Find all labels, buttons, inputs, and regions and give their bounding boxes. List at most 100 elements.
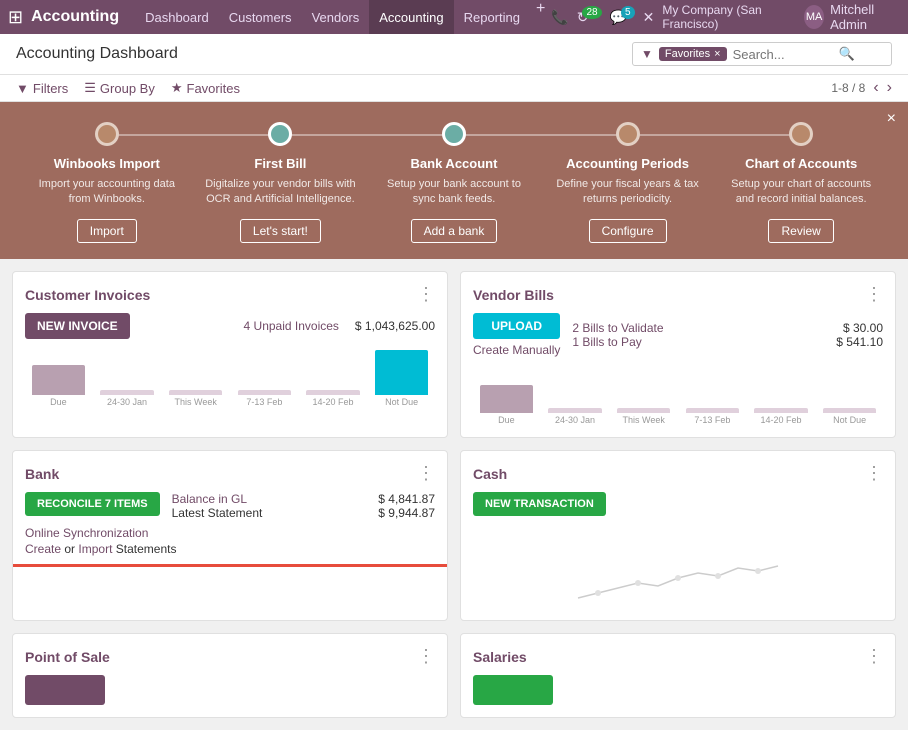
create-manually-link[interactable]: Create Manually <box>473 343 560 357</box>
step-btn-3[interactable]: Add a bank <box>411 219 498 243</box>
balance-statement-amount: $ 9,944.87 <box>378 506 435 520</box>
vendor-bills-stats: 2 Bills to Validate $ 30.00 1 Bills to P… <box>572 321 883 349</box>
vb-bar-week-bar <box>617 408 670 413</box>
vendor-bills-chart: Due 24-30 Jan This Week 7-13 Feb 14-20 F… <box>473 365 883 425</box>
new-invoice-button[interactable]: NEW INVOICE <box>25 313 130 339</box>
cash-chart <box>473 528 883 608</box>
import-statements-row: Create or Import Statements <box>25 542 435 556</box>
user-menu[interactable]: MA Mitchell Admin <box>804 2 900 32</box>
onboarding-close-button[interactable]: × <box>887 110 896 128</box>
step-desc-1: Import your accounting data from Winbook… <box>30 177 184 209</box>
vendor-bills-buttons: UPLOAD Create Manually <box>473 313 560 357</box>
nav-customers[interactable]: Customers <box>219 0 302 34</box>
bar-label-feb1: 7-13 Feb <box>246 397 282 407</box>
pay-label[interactable]: 1 Bills to Pay <box>572 335 641 349</box>
step-btn-2[interactable]: Let's start! <box>240 219 321 243</box>
step-accounting-periods: Accounting Periods Define your fiscal ye… <box>541 122 715 243</box>
bar-label-due: Due <box>50 397 67 407</box>
step-btn-5[interactable]: Review <box>768 219 833 243</box>
vendor-bills-menu[interactable]: ⋮ <box>865 284 883 305</box>
create-link[interactable]: Create <box>25 542 61 556</box>
bar-label-jan: 24-30 Jan <box>107 397 147 407</box>
bar-feb1 <box>238 390 291 395</box>
customer-invoices-stats: 4 Unpaid Invoices $ 1,043,625.00 <box>142 319 435 333</box>
nav-accounting[interactable]: Accounting <box>369 0 453 34</box>
vb-bar-notdue: Not Due <box>816 408 883 425</box>
vb-label-due: Due <box>498 415 515 425</box>
favorites-label: Favorites <box>187 81 240 96</box>
bank-actions: RECONCILE 7 ITEMS Balance in GL $ 4,841.… <box>25 492 435 520</box>
cash-menu[interactable]: ⋮ <box>865 463 883 484</box>
bar-notdue <box>375 350 428 395</box>
step-dot-2 <box>268 122 292 146</box>
top-nav: ⊞ Accounting Dashboard Customers Vendors… <box>0 0 908 34</box>
user-avatar: MA <box>804 5 824 29</box>
import-link[interactable]: Import <box>78 542 112 556</box>
prev-page-button[interactable]: ‹ <box>873 79 878 97</box>
salaries-menu[interactable]: ⋮ <box>865 646 883 667</box>
balance-statement-row: Latest Statement $ 9,944.87 <box>172 506 435 520</box>
reconcile-button[interactable]: RECONCILE 7 ITEMS <box>25 492 160 516</box>
nav-dashboard[interactable]: Dashboard <box>135 0 219 34</box>
step-desc-3: Setup your bank account to sync bank fee… <box>377 177 531 209</box>
cash-title: Cash <box>473 466 507 482</box>
unpaid-invoices-label[interactable]: 4 Unpaid Invoices <box>244 319 339 333</box>
step-dot-1 <box>95 122 119 146</box>
bank-menu[interactable]: ⋮ <box>417 463 435 484</box>
customer-invoices-card: Customer Invoices ⋮ NEW INVOICE 4 Unpaid… <box>12 271 448 438</box>
cash-card: Cash ⋮ NEW TRANSACTION <box>460 450 896 621</box>
groupby-button[interactable]: ☰ Group By <box>84 80 155 96</box>
unpaid-invoices-row: 4 Unpaid Invoices $ 1,043,625.00 <box>142 319 435 333</box>
pay-amount: $ 541.10 <box>836 335 883 349</box>
unpaid-invoices-amount: $ 1,043,625.00 <box>355 319 435 333</box>
search-input[interactable] <box>733 47 833 62</box>
nav-vendors[interactable]: Vendors <box>302 0 370 34</box>
nav-plus-icon[interactable]: + <box>530 0 551 34</box>
filters-button[interactable]: ▼ Filters <box>16 81 68 96</box>
search-icon[interactable]: 🔍 <box>839 46 855 62</box>
pos-menu[interactable]: ⋮ <box>417 646 435 667</box>
online-sync-link[interactable]: Online Synchronization <box>25 526 435 540</box>
step-title-3: Bank Account <box>377 156 531 171</box>
customer-invoices-header: Customer Invoices ⋮ <box>25 284 435 305</box>
step-btn-4[interactable]: Configure <box>589 219 667 243</box>
stat-row-2: 1 Bills to Pay $ 541.10 <box>572 335 883 349</box>
balance-gl-label: Balance in GL <box>172 492 247 506</box>
upload-button[interactable]: UPLOAD <box>473 313 560 339</box>
vb-label-jan: 24-30 Jan <box>555 415 595 425</box>
search-tag-close[interactable]: × <box>714 48 720 60</box>
customer-invoices-menu[interactable]: ⋮ <box>417 284 435 305</box>
apps-icon[interactable]: ⊞ <box>8 7 23 28</box>
vb-bar-due: Due <box>473 385 540 425</box>
nav-right: 📞 ↻ 28 💬 5 ✕ My Company (San Francisco) … <box>551 2 900 32</box>
salaries-title: Salaries <box>473 649 527 665</box>
next-page-button[interactable]: › <box>887 79 892 97</box>
refresh-badge: 28 <box>582 6 601 19</box>
step-desc-2: Digitalize your vendor bills with OCR an… <box>204 177 358 209</box>
customer-invoices-actions: NEW INVOICE 4 Unpaid Invoices $ 1,043,62… <box>25 313 435 339</box>
phone-icon[interactable]: 📞 <box>551 9 568 26</box>
or-text: or <box>64 542 78 556</box>
favorites-button[interactable]: ★ Favorites <box>171 80 240 96</box>
close-x-icon[interactable]: ✕ <box>643 9 655 26</box>
new-transaction-button[interactable]: NEW TRANSACTION <box>473 492 606 516</box>
vb-bar-week: This Week <box>610 408 677 425</box>
step-bank-account: Bank Account Setup your bank account to … <box>367 122 541 243</box>
vb-bar-feb1: 7-13 Feb <box>679 408 746 425</box>
validate-label[interactable]: 2 Bills to Validate <box>572 321 663 335</box>
step-desc-4: Define your fiscal years & tax returns p… <box>551 177 705 209</box>
filters-label: Filters <box>33 81 68 96</box>
vb-label-feb2: 14-20 Feb <box>761 415 802 425</box>
step-desc-5: Setup your chart of accounts and record … <box>724 177 878 209</box>
cash-actions: NEW TRANSACTION <box>473 492 883 524</box>
nav-reporting[interactable]: Reporting <box>454 0 530 34</box>
bar-week <box>169 390 222 395</box>
statements-text: Statements <box>116 542 177 556</box>
stat-row-1: 2 Bills to Validate $ 30.00 <box>572 321 883 335</box>
vendor-bills-actions: UPLOAD Create Manually 2 Bills to Valida… <box>473 313 883 357</box>
filter-icon: ▼ <box>16 81 29 96</box>
salaries-header: Salaries ⋮ <box>473 646 883 667</box>
company-name: My Company (San Francisco) <box>662 3 796 31</box>
step-btn-1[interactable]: Import <box>77 219 137 243</box>
user-name: Mitchell Admin <box>830 2 900 32</box>
